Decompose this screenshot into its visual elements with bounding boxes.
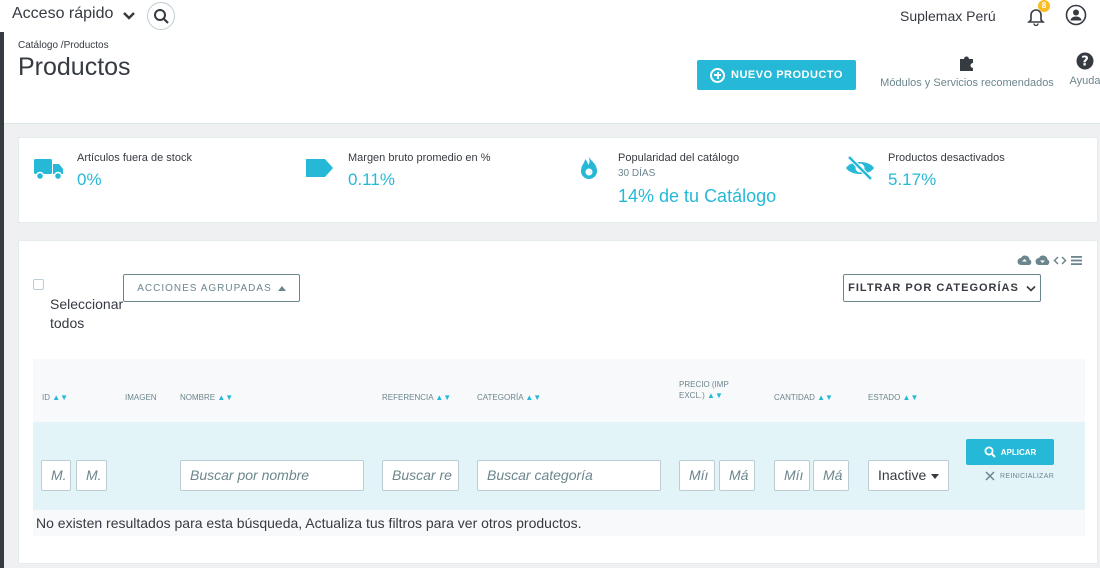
eye-off-icon: [846, 155, 874, 181]
bulk-actions-button[interactable]: ACCIONES AGRUPADAS: [123, 274, 300, 302]
breadcrumb[interactable]: Catálogo /Productos: [18, 40, 109, 51]
reset-filters-label: REINICIALIZAR: [1000, 472, 1055, 480]
page-title: Productos: [18, 53, 131, 81]
kpi-title: Popularidad del catálogo: [618, 152, 740, 164]
help-icon: ?: [1076, 52, 1094, 70]
help-label: Ayuda: [1069, 75, 1100, 87]
help-link[interactable]: ? Ayuda: [1066, 52, 1100, 87]
caret-down-icon: [931, 474, 939, 479]
kpi-title: Margen bruto promedio en %: [348, 152, 491, 164]
sort-arrows-icon[interactable]: ▲▼: [525, 393, 541, 402]
name-search-input[interactable]: Buscar por nombre: [180, 460, 364, 491]
quick-access-menu[interactable]: Acceso rápido: [12, 5, 113, 23]
menu-icon[interactable]: [1070, 255, 1083, 266]
status-select[interactable]: Inactive: [868, 460, 949, 491]
kpi-subtitle: 30 DÍAS: [618, 168, 656, 179]
chevron-down-icon[interactable]: [122, 9, 136, 23]
search-button[interactable]: [147, 2, 175, 30]
filter-row: M. M. Buscar por nombre Buscar re Buscar…: [33, 422, 1085, 510]
kpi-value: 0%: [77, 170, 102, 189]
column-header-quantity[interactable]: CANTIDAD ▲▼: [774, 392, 833, 403]
recommended-modules-link[interactable]: Módulos y Servicios recomendados: [876, 52, 1058, 89]
sort-arrows-icon[interactable]: ▲▼: [217, 393, 233, 402]
page-header: Catálogo /Productos Productos NUEVO PROD…: [4, 32, 1100, 124]
bulk-actions-label: ACCIONES AGRUPADAS: [137, 282, 272, 294]
add-circle-icon: [710, 67, 726, 83]
puzzle-icon: [960, 56, 973, 71]
category-search-input[interactable]: Buscar categoría: [477, 460, 661, 491]
kpi-title: Artículos fuera de stock: [77, 152, 192, 164]
price-min-input[interactable]: Míı: [679, 460, 715, 491]
sort-arrows-icon[interactable]: ▲▼: [903, 393, 919, 402]
column-header-image: IMAGEN: [125, 393, 157, 402]
truck-icon: [34, 159, 63, 181]
sort-arrows-icon[interactable]: ▲▼: [435, 393, 451, 402]
cloud-upload-icon[interactable]: [1017, 255, 1032, 266]
price-max-input[interactable]: Má: [719, 460, 755, 491]
kpi-value: 14% de tu Catálogo: [618, 186, 777, 206]
quantity-max-input[interactable]: Má: [813, 460, 849, 491]
filter-by-categories-label: FILTRAR POR CATEGORÍAS: [848, 282, 1019, 294]
column-header-id[interactable]: ID ▲▼: [42, 392, 68, 403]
search-icon: [984, 446, 996, 458]
svg-text:?: ?: [1081, 55, 1089, 70]
tag-icon: [306, 159, 333, 177]
apply-filters-label: APLICAR: [1000, 447, 1037, 457]
column-header-reference[interactable]: REFERENCIA ▲▼: [382, 392, 451, 403]
cloud-download-icon[interactable]: [1035, 255, 1050, 266]
close-icon: [985, 471, 995, 481]
sort-arrows-icon[interactable]: ▲▼: [707, 391, 723, 400]
quantity-min-input[interactable]: Míı: [774, 460, 810, 491]
new-product-button[interactable]: NUEVO PRODUCTO: [697, 60, 856, 90]
select-all-label[interactable]: Seleccionar todos: [50, 295, 123, 333]
column-header-name[interactable]: NOMBRE ▲▼: [180, 392, 233, 403]
id-max-input[interactable]: M.: [76, 460, 107, 491]
kpi-row: Artículos fuera de stock 0% Margen bruto…: [18, 137, 1098, 223]
new-product-label: NUEVO PRODUCTO: [731, 69, 843, 81]
apply-filters-button[interactable]: APLICAR: [966, 439, 1054, 465]
sort-arrows-icon[interactable]: ▲▼: [52, 393, 68, 402]
caret-up-icon: [277, 286, 286, 291]
filter-by-categories-button[interactable]: FILTRAR POR CATEGORÍAS: [843, 274, 1041, 302]
no-results-message: No existen resultados para esta búsqueda…: [33, 510, 1085, 536]
recommended-modules-label: Módulos y Servicios recomendados: [880, 77, 1054, 89]
reset-filters-button[interactable]: REINICIALIZAR: [985, 471, 1054, 481]
status-select-value: Inactive: [878, 467, 927, 483]
code-icon[interactable]: [1053, 255, 1067, 266]
fire-icon: [581, 155, 597, 179]
panel-toolbar: [1017, 255, 1083, 266]
notification-badge: 8: [1038, 0, 1050, 12]
chevron-down-icon: [1026, 285, 1036, 292]
select-all-checkbox[interactable]: [33, 279, 44, 290]
products-panel: Seleccionar todos ACCIONES AGRUPADAS FIL…: [18, 240, 1098, 564]
sort-arrows-icon[interactable]: ▲▼: [817, 393, 833, 402]
column-header-category[interactable]: CATEGORÍA ▲▼: [477, 392, 541, 403]
top-bar: Acceso rápido Suplemax Perú 8: [0, 0, 1100, 32]
kpi-value: 0.11%: [348, 170, 395, 189]
search-icon: [154, 9, 169, 24]
table-header: ID ▲▼ IMAGEN NOMBRE ▲▼ REFERENCIA ▲▼ CAT…: [33, 359, 1085, 422]
column-header-status[interactable]: ESTADO ▲▼: [868, 392, 918, 403]
kpi-value: 5.17%: [888, 170, 937, 189]
kpi-title: Productos desactivados: [888, 152, 1005, 164]
user-account-icon[interactable]: [1065, 4, 1087, 26]
column-header-price[interactable]: PRECIO (IMP EXCL.) ▲▼: [679, 379, 729, 401]
shop-name-link[interactable]: Suplemax Perú: [900, 8, 996, 24]
reference-search-input[interactable]: Buscar re: [382, 460, 459, 491]
id-min-input[interactable]: M.: [41, 460, 71, 491]
